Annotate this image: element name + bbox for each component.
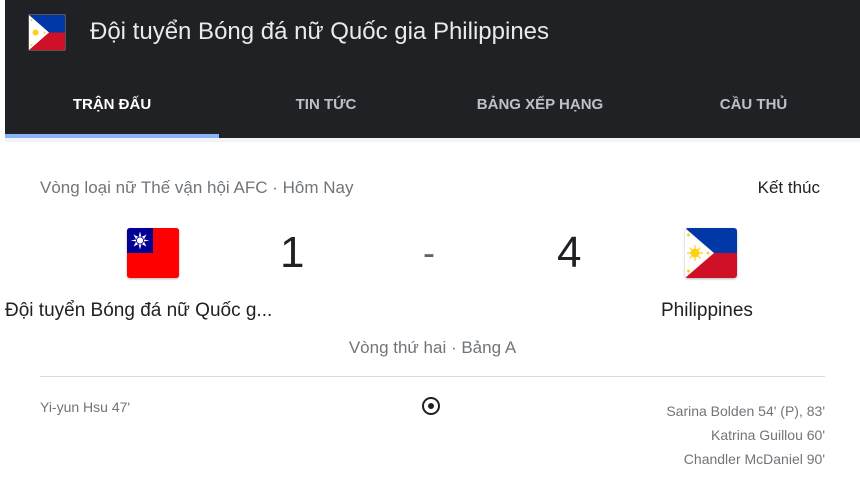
app-frame: Đội tuyển Bóng đá nữ Quốc gia Philippine… — [5, 0, 860, 479]
away-scorer: Katrina Guillou 60' — [711, 427, 825, 443]
away-score: 4 — [557, 228, 582, 277]
taiwan-flag-icon[interactable] — [127, 228, 179, 278]
tab-players[interactable]: CẦU THỦ — [647, 72, 860, 138]
tab-matches[interactable]: TRẬN ĐẤU — [5, 72, 219, 138]
away-scorer: Chandler McDaniel 90' — [683, 451, 825, 467]
away-scorer: Sarina Bolden 54' (P), 83' — [666, 403, 825, 419]
away-scorers: Sarina Bolden 54' (P), 83' Katrina Guill… — [666, 399, 825, 471]
tab-bar: TRẬN ĐẤU TIN TỨC BẢNG XẾP HẠNG CẦU THỦ — [5, 72, 860, 138]
home-score: 1 — [280, 228, 305, 277]
header-separator — [5, 138, 860, 142]
header: Đội tuyển Bóng đá nữ Quốc gia Philippine… — [5, 0, 860, 138]
tab-news[interactable]: TIN TỨC — [219, 72, 433, 138]
philippines-flag-icon[interactable] — [685, 228, 737, 278]
round-label: Vòng thứ hai · Bảng A — [348, 338, 517, 357]
philippines-flag-icon — [28, 14, 66, 51]
soccer-ball-icon — [422, 397, 440, 415]
tab-standings[interactable]: BẢNG XẾP HẠNG — [433, 72, 647, 138]
divider — [40, 376, 825, 377]
page-title: Đội tuyển Bóng đá nữ Quốc gia Philippine… — [90, 18, 550, 45]
competition-label: Vòng loại nữ Thế vận hội AFC · Hôm Nay — [40, 178, 354, 197]
home-team-name[interactable]: Đội tuyển Bóng đá nữ Quốc g... — [5, 300, 272, 322]
match-status: Kết thúc — [757, 178, 820, 197]
score-separator: - — [423, 232, 435, 273]
home-scorer: Yi-yun Hsu 47' — [40, 399, 131, 415]
away-team-name[interactable]: Philippines — [661, 300, 753, 322]
